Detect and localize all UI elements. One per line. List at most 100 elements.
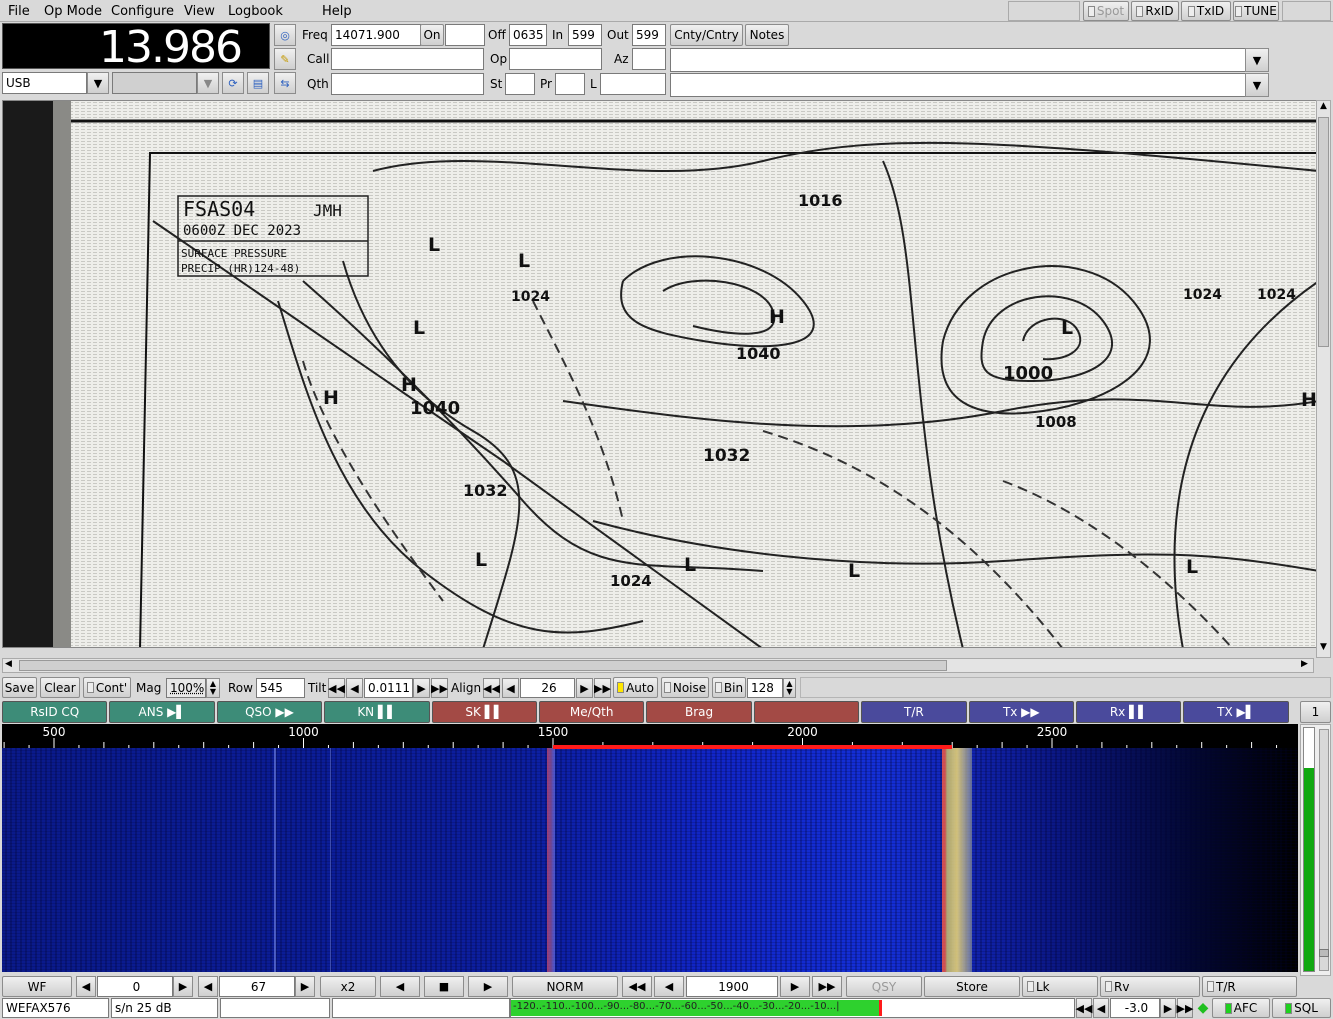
menu-logbook[interactable]: Logbook (228, 0, 283, 22)
tune-toggle[interactable]: TUNE (1233, 1, 1279, 21)
notes-field-1[interactable] (670, 48, 1246, 72)
tilt-right-icon[interactable]: ▶ (413, 678, 430, 698)
align-field[interactable]: 26 (520, 678, 575, 698)
noise-toggle[interactable]: Noise (661, 677, 709, 698)
macro-button[interactable]: KN ▌▌ (324, 701, 430, 723)
notes-dropdown-1[interactable]: ▼ (1245, 48, 1269, 72)
macro-button[interactable]: Rx ▌▌ (1076, 701, 1182, 723)
rig-refresh-icon[interactable]: ⟳ (222, 72, 244, 94)
reverse-toggle[interactable]: Rv (1100, 976, 1200, 997)
wf-rewind-icon[interactable]: ◀ (380, 976, 420, 997)
macro-button[interactable]: TX ▶▌ (1183, 701, 1289, 723)
locator-field[interactable] (600, 73, 666, 95)
freq-down-icon[interactable]: ◀ (654, 976, 684, 997)
qsy-button[interactable]: QSY (846, 976, 922, 997)
wf-offset-right-icon[interactable]: ▶ (173, 976, 193, 997)
mode-select[interactable]: USB (2, 72, 87, 94)
bandwidth-dropdown-button[interactable]: ▼ (197, 72, 219, 94)
qth-field[interactable] (331, 73, 484, 95)
auto-toggle[interactable]: Auto (613, 677, 658, 698)
clear-log-icon[interactable]: ✎ (274, 48, 296, 70)
rig-list-icon[interactable]: ▤ (247, 72, 269, 94)
macro-set-button[interactable]: 1 (1300, 701, 1331, 723)
scroll-up-icon[interactable]: ▲ (1317, 101, 1330, 115)
tilt-fast-right-icon[interactable]: ▶▶ (431, 678, 448, 698)
wefax-save-button[interactable]: Save (2, 677, 37, 698)
spot-toggle[interactable]: Spot (1083, 1, 1129, 21)
on-time-button[interactable]: On (420, 24, 444, 46)
wf-pause-icon[interactable]: ■ (424, 976, 464, 997)
squelch-slider-thumb[interactable] (1319, 949, 1329, 957)
align-fast-left-icon[interactable]: ◀◀ (483, 678, 500, 698)
lock-toggle[interactable]: Lk (1022, 976, 1098, 997)
afc-right-icon[interactable]: ▶ (1160, 998, 1176, 1018)
state-field[interactable] (505, 73, 535, 95)
freq-fast-up-icon[interactable]: ▶▶ (812, 976, 842, 997)
macro-button[interactable]: RsID CQ (2, 701, 108, 723)
rst-in-field[interactable]: 599 (568, 24, 602, 46)
afc-fast-left-icon[interactable]: ◀◀ (1076, 998, 1092, 1018)
status-mode[interactable]: WEFAX576 (2, 998, 109, 1018)
rxid-toggle[interactable]: RxID (1131, 1, 1179, 21)
align-right-icon[interactable]: ▶ (576, 678, 593, 698)
notes-field-2[interactable] (670, 73, 1246, 97)
sql-toggle[interactable]: SQL (1272, 998, 1331, 1018)
mode-dropdown-button[interactable]: ▼ (87, 72, 109, 94)
off-time-field[interactable]: 0635 (509, 24, 547, 46)
macro-button[interactable]: SK ▌▌ (431, 701, 537, 723)
wf-play-icon[interactable]: ▶ (468, 976, 508, 997)
wf-mode-button[interactable]: WF (2, 976, 72, 997)
wefax-image-panel[interactable]: FSAS04 JMH 0600Z DEC 2023 SURFACE PRESSU… (2, 100, 1318, 648)
notes-button[interactable]: Notes (745, 24, 789, 46)
bin-spin-icon[interactable]: ▲ ▼ (783, 678, 796, 698)
wf-level-right-icon[interactable]: ▶ (295, 976, 315, 997)
on-time-field[interactable] (445, 24, 485, 46)
scroll-down-icon[interactable]: ▼ (1317, 642, 1330, 656)
wefax-cont-toggle[interactable]: Cont' (83, 677, 131, 698)
image-horizontal-scrollbar[interactable]: ◀ ▶ (2, 658, 1314, 673)
lookup-globe-icon[interactable]: ◎ (274, 24, 296, 46)
waterfall-display[interactable] (2, 748, 1298, 972)
mag-spin-icon[interactable]: ▲ ▼ (206, 678, 220, 698)
wf-level-left-icon[interactable]: ◀ (198, 976, 218, 997)
menu-op-mode[interactable]: Op Mode (44, 0, 102, 22)
afc-toggle[interactable]: AFC (1212, 998, 1270, 1018)
menu-file[interactable]: File (8, 0, 30, 22)
frequency-display[interactable]: 13.986 (2, 23, 270, 72)
freq-up-icon[interactable]: ▶ (780, 976, 810, 997)
macro-button[interactable]: T/R (861, 701, 967, 723)
tilt-left-icon[interactable]: ◀ (346, 678, 363, 698)
macro-button[interactable]: ANS ▶▌ (109, 701, 215, 723)
az-field[interactable] (632, 48, 666, 70)
bin-toggle[interactable]: Bin (712, 677, 746, 698)
scroll-left-icon[interactable]: ◀ (5, 659, 17, 672)
menu-view[interactable]: View (184, 0, 215, 22)
macro-button[interactable]: Brag (646, 701, 752, 723)
macro-button[interactable]: Me/Qth (539, 701, 645, 723)
notes-dropdown-2[interactable]: ▼ (1245, 73, 1269, 97)
afc-value-field[interactable]: -3.0 (1110, 998, 1160, 1018)
cnty-button[interactable]: Cnty/Cntry (670, 24, 743, 46)
wf-offset-left-icon[interactable]: ◀ (76, 976, 96, 997)
wf-level-field[interactable]: 67 (219, 976, 295, 997)
freq-field[interactable]: 14071.900 (331, 24, 421, 46)
menu-configure[interactable]: Configure (111, 0, 174, 22)
wf-zoom-button[interactable]: x2 (320, 976, 376, 997)
wefax-clear-button[interactable]: Clear (40, 677, 80, 698)
image-vertical-scroll-thumb[interactable] (1318, 117, 1329, 347)
align-left-icon[interactable]: ◀ (502, 678, 519, 698)
scroll-right-icon[interactable]: ▶ (1301, 659, 1313, 672)
align-fast-right-icon[interactable]: ▶▶ (594, 678, 611, 698)
tilt-field[interactable]: 0.0111 (364, 678, 413, 698)
row-field[interactable]: 545 (256, 678, 305, 698)
txid-toggle[interactable]: TxID (1181, 1, 1231, 21)
afc-left-icon[interactable]: ◀ (1093, 998, 1109, 1018)
macro-button[interactable]: Tx ▶▶ (968, 701, 1074, 723)
tilt-fast-left-icon[interactable]: ◀◀ (328, 678, 345, 698)
freq-fast-down-icon[interactable]: ◀◀ (622, 976, 652, 997)
image-vertical-scrollbar[interactable]: ▲ ▼ (1316, 100, 1331, 658)
afc-fast-right-icon[interactable]: ▶▶ (1177, 998, 1193, 1018)
mag-select[interactable]: 100% (166, 678, 206, 698)
audio-freq-field[interactable]: 1900 (686, 976, 778, 997)
macro-button[interactable] (753, 701, 860, 723)
